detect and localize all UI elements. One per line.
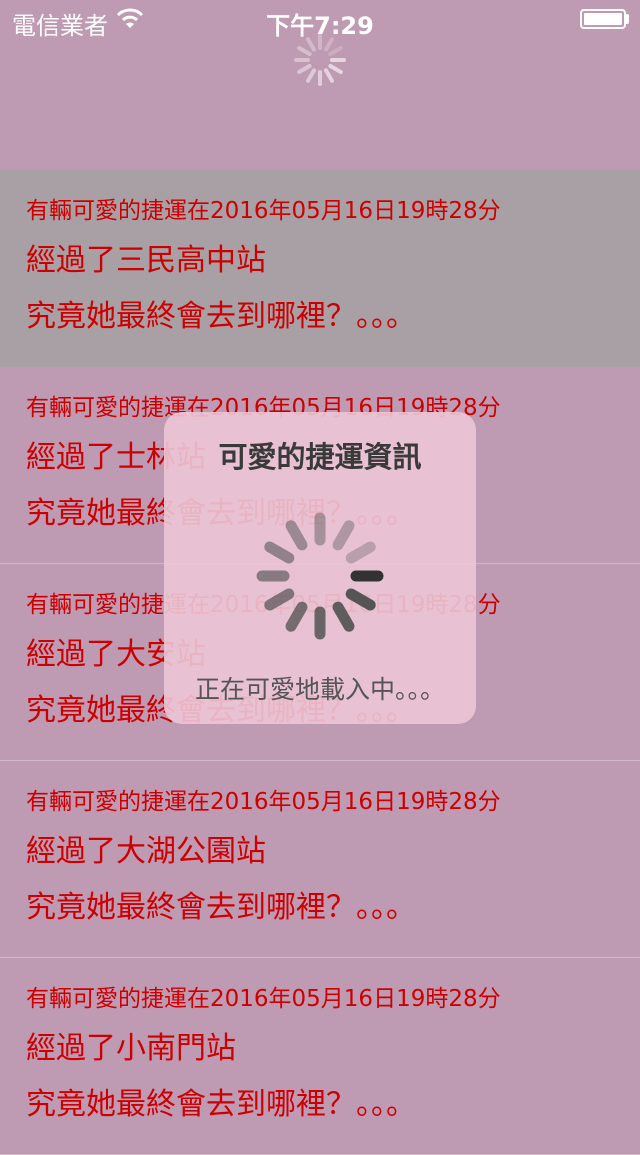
spinner-spoke	[297, 64, 312, 74]
loading-hud: 可愛的捷運資訊 正在可愛地載入中。。。	[164, 412, 476, 724]
station-text: 經過了三民高中站	[26, 243, 266, 278]
spinner-spoke	[264, 588, 295, 611]
spinner-spoke	[328, 64, 343, 74]
battery-icon	[580, 9, 626, 29]
hud-title: 可愛的捷運資訊	[218, 440, 422, 474]
timestamp-text: 有輛可愛的捷運在2016年05月16日19時28分	[26, 789, 501, 815]
timestamp-text: 有輛可愛的捷運在2016年05月16日19時28分	[26, 986, 501, 1012]
spinner-spoke	[285, 601, 308, 632]
spinner-spoke	[345, 588, 376, 611]
station-text: 經過了大湖公園站	[26, 834, 266, 869]
question-text: 究竟她最終會去到哪裡？。。。	[26, 299, 416, 334]
hud-message: 正在可愛地載入中。。。	[194, 675, 445, 704]
list-item[interactable]: 有輛可愛的捷運在2016年05月16日19時28分 經過了大湖公園站 究竟她最終…	[0, 761, 640, 958]
spinner-spoke	[324, 68, 334, 83]
spinner-spoke	[328, 46, 343, 56]
spinner-spoke	[285, 520, 308, 551]
pull-to-refresh-spinner-icon	[294, 34, 346, 86]
spinner-spoke	[332, 520, 355, 551]
spinner-spoke	[332, 601, 355, 632]
spinner-spoke	[324, 37, 334, 52]
battery-tip	[626, 14, 629, 24]
spinner-spoke	[306, 37, 316, 52]
spinner-spoke	[297, 46, 312, 56]
spinner-spoke	[345, 541, 376, 564]
spinner-spoke	[264, 541, 295, 564]
question-text: 究竟她最終會去到哪裡？。。。	[26, 1087, 416, 1122]
list-item[interactable]: 有輛可愛的捷運在2016年05月16日19時28分 經過了三民高中站 究竟她最終…	[0, 170, 640, 367]
question-text: 究竟她最終會去到哪裡？。。。	[26, 890, 416, 925]
station-text: 經過了小南門站	[26, 1031, 236, 1066]
list-item[interactable]: 有輛可愛的捷運在2016年05月16日19時28分 經過了小南門站 究竟她最終會…	[0, 958, 640, 1155]
spinner-spoke	[306, 68, 316, 83]
timestamp-text: 有輛可愛的捷運在2016年05月16日19時28分	[26, 198, 501, 224]
activity-spinner-icon	[256, 512, 384, 640]
